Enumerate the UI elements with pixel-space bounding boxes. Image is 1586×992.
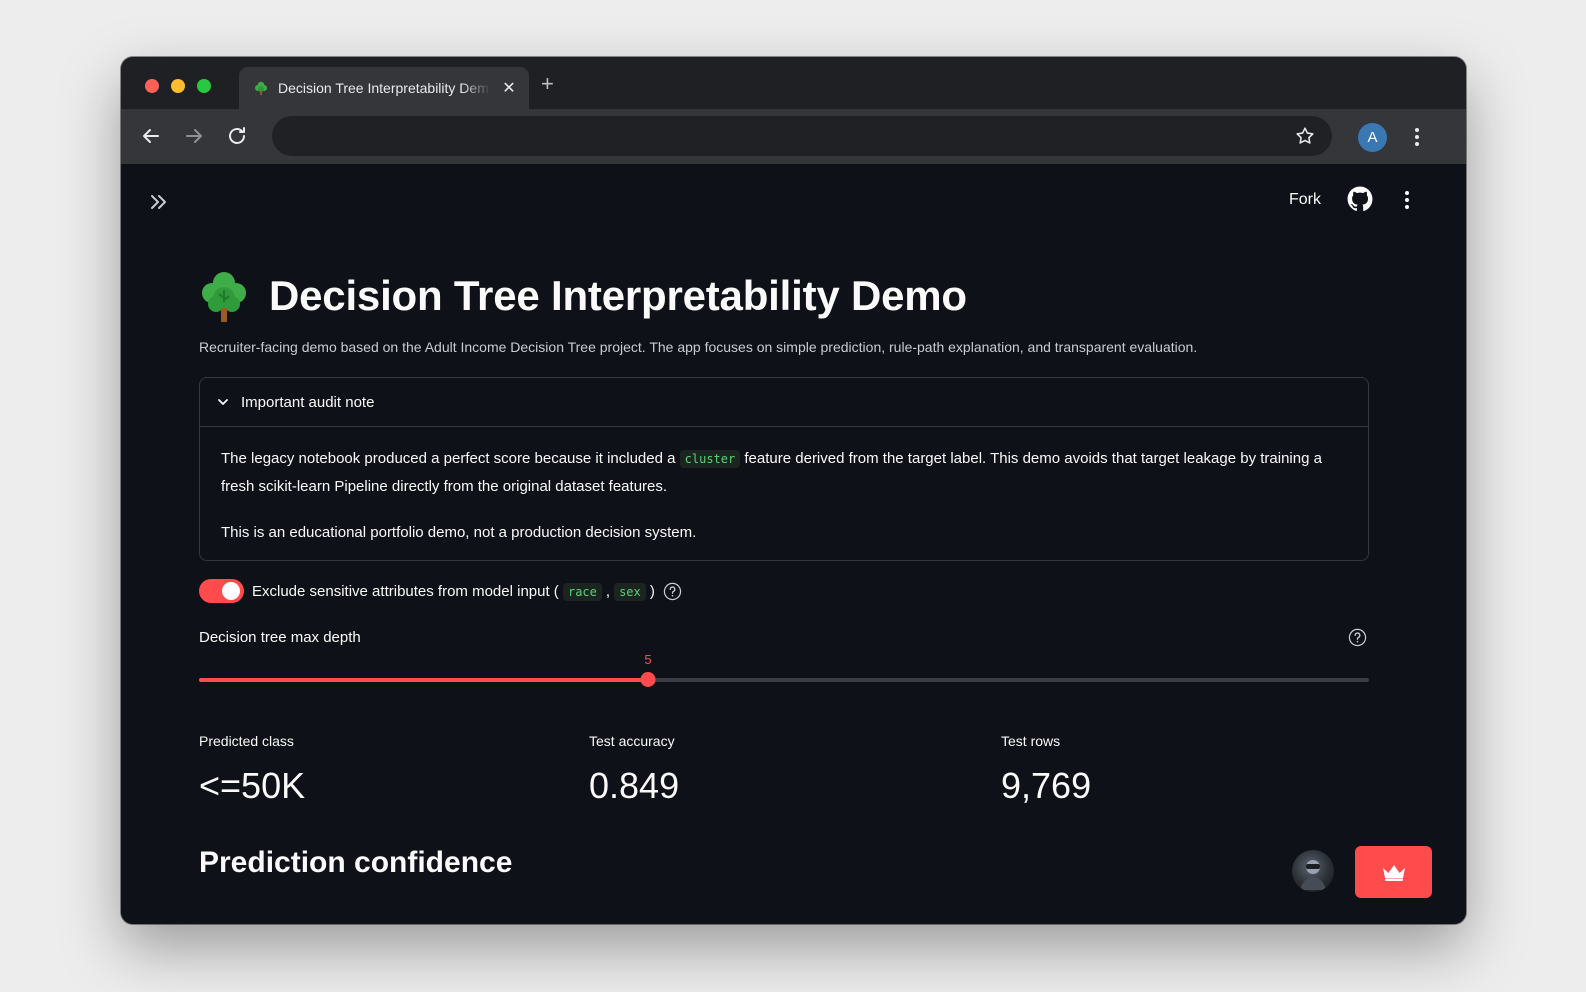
kebab-menu-icon[interactable] [1407, 125, 1427, 149]
page-title: Decision Tree Interpretability Demo [269, 272, 967, 319]
tree-icon [255, 81, 267, 95]
browser-toolbar: A [121, 109, 1466, 164]
max-depth-value: 5 [644, 652, 652, 667]
reload-icon[interactable] [225, 124, 249, 148]
crown-icon [1382, 865, 1405, 881]
maximize-window-button[interactable] [197, 79, 211, 93]
max-depth-label: Decision tree max depth [199, 629, 361, 646]
page-subtitle: Recruiter-facing demo based on the Adult… [199, 339, 1198, 355]
avatar-image-icon [1300, 860, 1326, 890]
metric-label: Test accuracy [589, 733, 675, 749]
chevron-down-icon [218, 399, 228, 405]
toggle-label: Exclude sensitive attributes from model … [252, 582, 655, 601]
github-icon[interactable] [1347, 186, 1373, 212]
metric-predicted-class: Predicted class <=50K [199, 733, 305, 807]
profile-avatar[interactable]: A [1358, 123, 1387, 152]
question-circle-icon[interactable] [1348, 628, 1367, 647]
race-code: race [562, 582, 602, 601]
browser-window: Decision Tree Interpretability Demo ✕ + … [121, 57, 1466, 924]
tab-title: Decision Tree Interpretability Demo [278, 80, 491, 96]
close-window-button[interactable] [145, 79, 159, 93]
toggle-label-close: ) [649, 582, 655, 600]
toggle-label-text: Exclude sensitive attributes from model … [252, 582, 559, 600]
metric-label: Predicted class [199, 733, 294, 749]
max-depth-slider-thumb[interactable] [640, 672, 656, 687]
app-main: Fork Decision Tree Interpretability Demo… [121, 164, 1466, 924]
sensitive-attributes-toggle[interactable] [199, 579, 244, 603]
audit-note-expander: Important audit note The legacy notebook… [199, 377, 1369, 561]
star-icon[interactable] [1294, 125, 1316, 147]
arrow-left-icon[interactable] [139, 124, 163, 148]
max-depth-slider-fill [199, 678, 648, 682]
metric-value: 0.849 [589, 765, 680, 806]
address-bar[interactable] [272, 116, 1332, 156]
metric-value: <=50K [199, 765, 306, 806]
tab-bar: Decision Tree Interpretability Demo ✕ + [121, 57, 1466, 109]
fork-button[interactable]: Fork [1289, 191, 1321, 209]
app-menu-icon[interactable] [1397, 188, 1417, 212]
question-circle-icon[interactable] [663, 582, 682, 601]
audit-note-paragraph: The legacy notebook produced a perfect s… [221, 445, 1352, 500]
tab-close-icon[interactable]: ✕ [501, 78, 517, 98]
metric-test-accuracy: Test accuracy 0.849 [589, 733, 679, 807]
minimize-window-button[interactable] [171, 79, 185, 93]
address-input[interactable] [292, 116, 1272, 156]
new-tab-icon[interactable]: + [541, 73, 554, 95]
audit-note-body: The legacy notebook produced a perfect s… [200, 427, 1368, 546]
cluster-code: cluster [679, 450, 741, 468]
title-row: Decision Tree Interpretability Demo [199, 268, 967, 324]
viewer-avatar[interactable] [1292, 850, 1334, 892]
arrow-right-icon[interactable] [182, 124, 206, 148]
metric-value: 9,769 [1001, 765, 1092, 806]
toggle-knob [222, 582, 240, 600]
sensitive-attributes-toggle-row: Exclude sensitive attributes from model … [199, 579, 682, 603]
audit-note-text: The legacy notebook produced a perfect s… [221, 450, 680, 467]
tree-icon [202, 272, 246, 322]
max-depth-slider-track[interactable] [199, 678, 1369, 682]
audit-note-disclaimer: This is an educational portfolio demo, n… [221, 524, 697, 541]
audit-note-header[interactable]: Important audit note [200, 378, 1368, 427]
metric-label: Test rows [1001, 733, 1061, 749]
prediction-confidence-heading: Prediction confidence [199, 846, 513, 879]
sex-code: sex [614, 582, 646, 601]
audit-note-label: Important audit note [241, 393, 375, 411]
browser-tab-active[interactable]: Decision Tree Interpretability Demo ✕ [239, 67, 529, 109]
double-chevron-right-icon[interactable] [148, 192, 170, 212]
streamlit-crown-button[interactable] [1355, 846, 1432, 898]
toggle-label-comma: , [605, 582, 611, 600]
metric-test-rows: Test rows 9,769 [1001, 733, 1091, 807]
